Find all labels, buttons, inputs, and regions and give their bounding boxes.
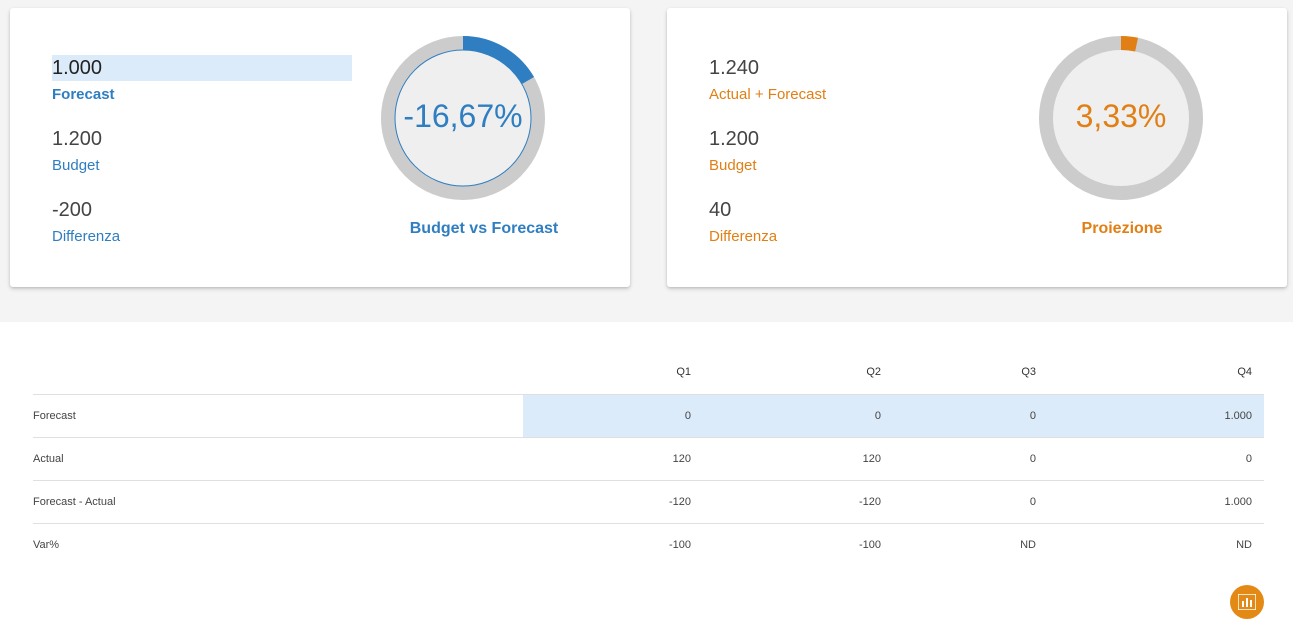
table-cell: 120 xyxy=(703,436,893,480)
table-cell[interactable]: 0 xyxy=(523,393,703,437)
table-cell: -120 xyxy=(523,479,703,523)
budget-label: Budget xyxy=(709,157,757,174)
row-label: Var% xyxy=(33,522,523,566)
column-header-q1[interactable]: Q1 xyxy=(523,350,703,394)
table-cell[interactable]: 1.000 xyxy=(1048,393,1264,437)
table-header-row: Q1 Q2 Q3 Q4 xyxy=(33,350,1264,394)
table-cell: ND xyxy=(893,522,1048,566)
gauge-percentage: -16,67% xyxy=(403,98,523,134)
table-cell: ND xyxy=(1048,522,1264,566)
budget-vs-forecast-gauge: -16,67% xyxy=(380,35,546,201)
table-cell: -100 xyxy=(703,522,893,566)
table-row-actual: Actual 120 120 0 0 xyxy=(33,436,1264,480)
table-row-forecast-minus-actual: Forecast - Actual -120 -120 0 1.000 xyxy=(33,479,1264,523)
budget-kpi: 1.200 Budget xyxy=(52,126,352,176)
quarterly-table-card: Q1 Q2 Q3 Q4 Forecast 0 0 0 1.000 Actual … xyxy=(0,322,1293,641)
forecast-label: Forecast xyxy=(52,86,115,103)
table-cell: 0 xyxy=(1048,436,1264,480)
table-cell: 120 xyxy=(523,436,703,480)
table-cell: -120 xyxy=(703,479,893,523)
difference-label: Differenza xyxy=(52,228,121,245)
chart-toggle-button[interactable] xyxy=(1230,585,1264,619)
gauge-caption: Proiezione xyxy=(1081,220,1163,237)
quarterly-table: Q1 Q2 Q3 Q4 Forecast 0 0 0 1.000 Actual … xyxy=(33,350,1264,566)
table-cell: 0 xyxy=(893,436,1048,480)
budget-vs-forecast-card: 1.000 Forecast 1.200 Budget -200 Differe… xyxy=(10,8,630,287)
table-row-forecast: Forecast 0 0 0 1.000 xyxy=(33,393,1264,437)
projection-gauge: 3,33% xyxy=(1038,35,1204,201)
table-cell: -100 xyxy=(523,522,703,566)
actual-forecast-kpi: 1.240 Actual + Forecast xyxy=(709,55,1009,105)
row-label: Forecast xyxy=(33,393,523,437)
column-header-q4[interactable]: Q4 xyxy=(1048,350,1264,394)
difference-label: Differenza xyxy=(709,228,778,245)
column-header xyxy=(33,350,523,394)
projection-card: 1.240 Actual + Forecast 1.200 Budget 40 … xyxy=(667,8,1287,287)
budget-value: 1.200 xyxy=(52,128,103,150)
column-header-q3[interactable]: Q3 xyxy=(893,350,1048,394)
gauge-caption: Budget vs Forecast xyxy=(409,220,559,237)
table-cell[interactable]: 0 xyxy=(893,393,1048,437)
difference-value: -200 xyxy=(52,199,93,221)
table-row-var-percent: Var% -100 -100 ND ND xyxy=(33,522,1264,566)
difference-kpi: -200 Differenza xyxy=(52,197,352,247)
actual-forecast-value: 1.240 xyxy=(709,57,760,79)
budget-label: Budget xyxy=(52,157,100,174)
budget-kpi: 1.200 Budget xyxy=(709,126,1009,176)
actual-forecast-label: Actual + Forecast xyxy=(709,86,827,103)
difference-value: 40 xyxy=(709,199,732,221)
table-cell[interactable]: 0 xyxy=(703,393,893,437)
table-cell: 1.000 xyxy=(1048,479,1264,523)
row-label: Forecast - Actual xyxy=(33,479,523,523)
bar-chart-icon xyxy=(1238,594,1256,610)
difference-kpi: 40 Differenza xyxy=(709,197,1009,247)
forecast-kpi: 1.000 Forecast xyxy=(52,55,352,105)
budget-value: 1.200 xyxy=(709,128,760,150)
table-cell: 0 xyxy=(893,479,1048,523)
forecast-value: 1.000 xyxy=(52,55,352,81)
column-header-q2[interactable]: Q2 xyxy=(703,350,893,394)
gauge-percentage: 3,33% xyxy=(1075,98,1167,134)
row-label: Actual xyxy=(33,436,523,480)
